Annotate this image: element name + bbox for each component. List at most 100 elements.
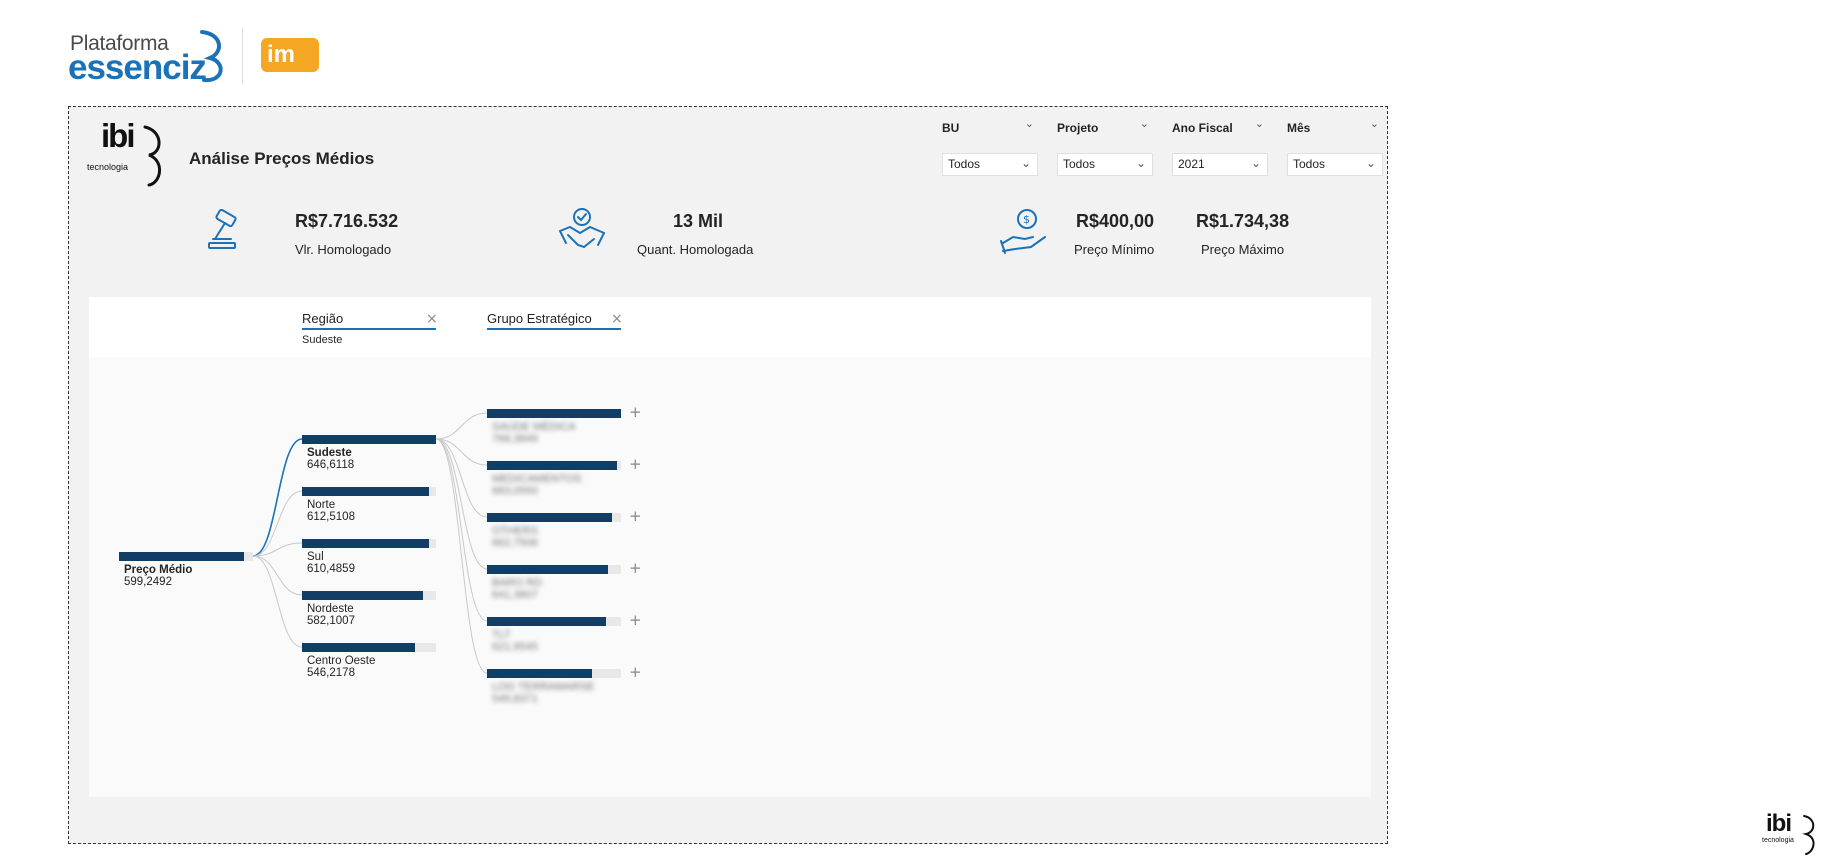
slicer-mes-dropdown[interactable]: Todos ⌄ bbox=[1287, 153, 1383, 176]
group-name: SAÚDE MÉDICA bbox=[492, 421, 576, 433]
group-node[interactable]: BARO RD 641,3807 + bbox=[487, 559, 642, 601]
region-node[interactable]: Sul 610,4859 bbox=[302, 539, 436, 575]
ibi-swoosh-icon bbox=[143, 125, 161, 187]
decomposition-tree: Região × Sudeste Grupo Estratégico × Pre… bbox=[89, 297, 1371, 797]
region-name: Norte bbox=[307, 499, 336, 511]
handshake-icon bbox=[559, 208, 605, 249]
root-bar-track bbox=[119, 552, 253, 561]
ibi-footer-swoosh-icon bbox=[1802, 815, 1815, 855]
chevron-down-icon[interactable]: ⌄ bbox=[1370, 117, 1379, 130]
group-bar-track bbox=[487, 669, 621, 678]
region-value: 646,6118 bbox=[307, 459, 355, 471]
slicer-bu-dropdown[interactable]: Todos ⌄ bbox=[942, 153, 1038, 176]
slicer-mes-value: Todos bbox=[1293, 157, 1326, 171]
region-bar-track bbox=[302, 591, 436, 600]
expand-plus-icon[interactable]: + bbox=[629, 507, 642, 525]
expand-plus-icon[interactable]: + bbox=[629, 403, 642, 421]
group-name: TLT bbox=[492, 629, 511, 641]
chevron-down-icon: ⌄ bbox=[1020, 156, 1031, 170]
kpi-valor-homologado-value: R$7.716.532 bbox=[295, 211, 399, 231]
expand-plus-icon[interactable]: + bbox=[629, 611, 642, 629]
kpi-preco-minimo-label: Preço Mínimo bbox=[1074, 242, 1155, 257]
group-bar-track bbox=[487, 461, 621, 470]
region-name: Centro Oeste bbox=[307, 655, 376, 667]
group-bar-track bbox=[487, 617, 621, 626]
region-bar-track bbox=[302, 487, 436, 496]
region-node[interactable]: Norte 612,5108 bbox=[302, 487, 436, 523]
expand-plus-icon[interactable]: + bbox=[629, 559, 642, 577]
slicer-mes[interactable]: Mês ⌄ Todos ⌄ bbox=[1287, 117, 1383, 177]
group-name: BARO RD bbox=[492, 577, 543, 589]
region-node[interactable]: Sudeste 646,6118 bbox=[302, 435, 436, 471]
ibi-logo: ibi tecnologia bbox=[87, 117, 167, 189]
brand-essenciz-logo: essenciz bbox=[68, 48, 207, 87]
slicer-projeto-dropdown[interactable]: Todos ⌄ bbox=[1057, 153, 1153, 176]
root-bar bbox=[119, 552, 244, 561]
svg-text:$: $ bbox=[1023, 213, 1030, 226]
group-node[interactable]: MEDICAMENTOS 683,0550 + bbox=[487, 455, 642, 497]
slicer-ano-fiscal[interactable]: Ano Fiscal ⌄ 2021 ⌄ bbox=[1172, 117, 1268, 177]
group-value: 662,7506 bbox=[492, 537, 538, 549]
region-bar bbox=[302, 591, 423, 600]
slicer-ano-fiscal-value: 2021 bbox=[1178, 157, 1205, 171]
ibi-footer-logo: ibi tecnologia bbox=[1750, 810, 1830, 860]
region-bar bbox=[302, 487, 429, 496]
root-node[interactable]: Preço Médio 599,2492 bbox=[119, 552, 253, 588]
slicer-ano-fiscal-dropdown[interactable]: 2021 ⌄ bbox=[1172, 153, 1268, 176]
root-value: 599,2492 bbox=[124, 576, 172, 588]
group-node[interactable]: LOG TERRAMARSE 549,8371 + bbox=[487, 663, 642, 705]
group-value: 683,0550 bbox=[492, 485, 538, 497]
im-logo: im bbox=[261, 38, 319, 72]
slicer-projeto-label: Projeto bbox=[1057, 121, 1099, 135]
kpi-preco-minimo-value: R$400,00 bbox=[1076, 211, 1155, 231]
region-name: Nordeste bbox=[307, 603, 354, 615]
group-bar bbox=[487, 565, 608, 574]
report-canvas: ibi tecnologia Análise Preços Médios BU … bbox=[68, 106, 1388, 844]
group-name: LOG TERRAMARSE bbox=[492, 681, 595, 693]
region-value: 612,5108 bbox=[307, 511, 355, 523]
group-name: OTHERS bbox=[492, 525, 538, 537]
region-value: 546,2178 bbox=[307, 667, 355, 679]
group-bar bbox=[487, 669, 592, 678]
expand-plus-icon[interactable]: + bbox=[629, 455, 642, 473]
essenciz-swoosh-icon bbox=[200, 30, 223, 83]
group-bar-track bbox=[487, 565, 621, 574]
group-node[interactable]: SAÚDE MÉDICA 768,3849 + bbox=[487, 403, 642, 445]
ibi-logo-subtitle: tecnologia bbox=[87, 162, 129, 172]
chevron-down-icon: ⌄ bbox=[1135, 156, 1146, 170]
region-node[interactable]: Centro Oeste 546,2178 bbox=[302, 643, 436, 679]
slicer-bu-value: Todos bbox=[948, 157, 981, 171]
chevron-down-icon: ⌄ bbox=[1250, 156, 1261, 170]
group-bar-track bbox=[487, 513, 621, 522]
ibi-footer-subtitle: tecnologia bbox=[1762, 837, 1794, 844]
group-value: 768,3849 bbox=[492, 433, 538, 445]
kpi-quant-homologada-value: 13 Mil bbox=[673, 211, 724, 231]
brand-divider bbox=[242, 28, 243, 84]
region-name: Sudeste bbox=[307, 447, 352, 459]
region-bar bbox=[302, 643, 415, 652]
region-bar-track bbox=[302, 435, 436, 444]
group-bar bbox=[487, 513, 612, 522]
slicer-projeto[interactable]: Projeto ⌄ Todos ⌄ bbox=[1057, 117, 1153, 177]
slicer-projeto-value: Todos bbox=[1063, 157, 1096, 171]
chevron-down-icon[interactable]: ⌄ bbox=[1140, 117, 1149, 130]
chevron-down-icon[interactable]: ⌄ bbox=[1025, 117, 1034, 130]
tree-nodes: Preço Médio 599,2492 Sudeste 646,6118 Norte 6… bbox=[89, 297, 1371, 797]
group-value: 641,3807 bbox=[492, 589, 538, 601]
slicer-ano-fiscal-label: Ano Fiscal bbox=[1172, 121, 1233, 135]
region-node[interactable]: Nordeste 582,1007 bbox=[302, 591, 436, 627]
region-bar bbox=[302, 435, 436, 444]
expand-plus-icon[interactable]: + bbox=[629, 663, 642, 681]
kpi-valor-homologado-label: Vlr. Homologado bbox=[295, 242, 392, 257]
slicer-bu[interactable]: BU ⌄ Todos ⌄ bbox=[942, 117, 1038, 177]
kpi-quant-homologada-label: Quant. Homologada bbox=[637, 242, 754, 257]
chevron-down-icon: ⌄ bbox=[1365, 156, 1376, 170]
group-bar bbox=[487, 617, 606, 626]
chevron-down-icon[interactable]: ⌄ bbox=[1255, 117, 1264, 130]
money-hand-icon: $ bbox=[1000, 209, 1046, 254]
group-node[interactable]: TLT 621,9545 + bbox=[487, 611, 642, 653]
region-value: 610,4859 bbox=[307, 563, 355, 575]
region-name: Sul bbox=[307, 551, 324, 563]
region-bar-track bbox=[302, 539, 436, 548]
group-node[interactable]: OTHERS 662,7506 + bbox=[487, 507, 642, 549]
